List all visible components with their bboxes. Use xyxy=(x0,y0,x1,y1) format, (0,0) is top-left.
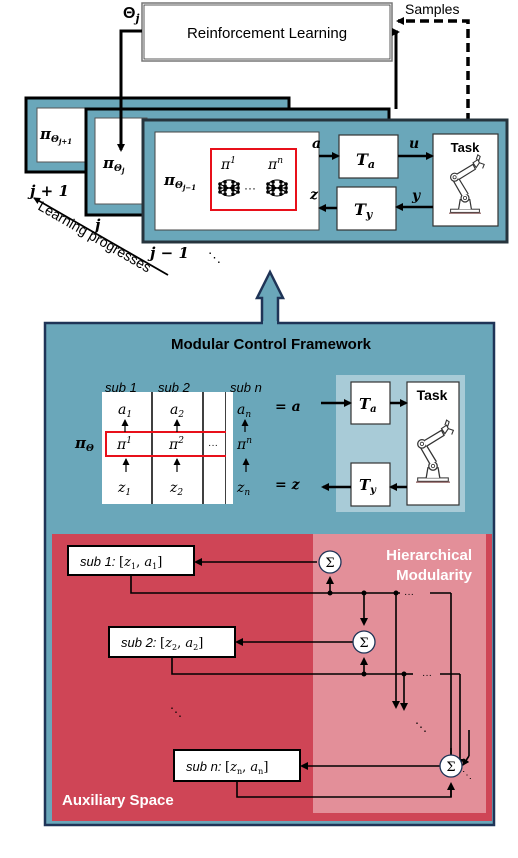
sub-box-1: sub 1: [z1, a1] xyxy=(67,545,195,576)
sigma-icon: Σ xyxy=(359,636,368,651)
task-label: Task xyxy=(417,387,448,403)
up-arrow-icon xyxy=(254,269,286,326)
sub-box-2: sub 2: [z2, a2] xyxy=(108,626,236,658)
bus-ellipsis: ··· xyxy=(422,670,432,681)
sigma-icon: Σ xyxy=(446,760,455,775)
policy-frame-j-minus-1: πΘj−1 π1 πn ··· Ta Ty Task a u y z xyxy=(141,118,509,244)
sum-node-n: Σ xyxy=(439,754,463,778)
hierarchical-title: Hierarchical xyxy=(386,547,472,564)
samples-label: Samples xyxy=(405,1,459,17)
sums-ellipsis: ⋱ xyxy=(415,720,427,734)
ta-box xyxy=(350,381,391,425)
equals-a: = a xyxy=(275,399,301,415)
svg-text:sub n: [zn, an]: sub n: [zn, an] xyxy=(186,759,268,776)
svg-text:sub 1: [z1, a1]: sub 1: [z1, a1] xyxy=(80,554,162,571)
inputs-ellipsis: ⋱ xyxy=(462,770,472,781)
theta-label: Θj xyxy=(123,5,139,25)
sum-node-2: Σ xyxy=(352,630,376,654)
more-frames-ellipsis: ⋱ xyxy=(208,251,221,266)
modularity-title: Modularity xyxy=(396,567,472,584)
modules-ellipsis: ··· xyxy=(244,181,256,195)
sigma-icon: Σ xyxy=(325,556,334,571)
diagram-canvas: Reinforcement Learning Θj Samples πΘj+1 … xyxy=(24,1,509,827)
subs-ellipsis: ⋱ xyxy=(170,705,182,719)
equals-z: = z xyxy=(275,477,301,493)
rl-feedback-arrow xyxy=(392,28,400,109)
rl-box: Reinforcement Learning xyxy=(141,2,393,62)
index-label-j-plus-1: j + 1 xyxy=(27,182,69,200)
task-label: Task xyxy=(451,140,480,155)
sum-node-1: Σ xyxy=(318,550,342,574)
signal-a: a xyxy=(312,136,321,152)
column-header: sub n xyxy=(230,380,262,395)
signal-z: z xyxy=(309,187,319,203)
ta-box xyxy=(338,134,399,179)
index-label-j-minus-1: j − 1 xyxy=(147,244,189,262)
auxiliary-title: Auxiliary Space xyxy=(62,792,174,809)
bus-ellipsis: ··· xyxy=(404,589,414,600)
sub-box-n: sub n: [zn, an] xyxy=(173,749,301,782)
signal-u: u xyxy=(409,136,419,152)
column-ellipsis: ··· xyxy=(208,440,218,451)
svg-text:sub 2: [z2, a2]: sub 2: [z2, a2] xyxy=(121,635,203,652)
framework-title: Modular Control Framework xyxy=(171,336,372,353)
signal-y: y xyxy=(411,188,421,204)
rl-box-label: Reinforcement Learning xyxy=(187,25,347,42)
